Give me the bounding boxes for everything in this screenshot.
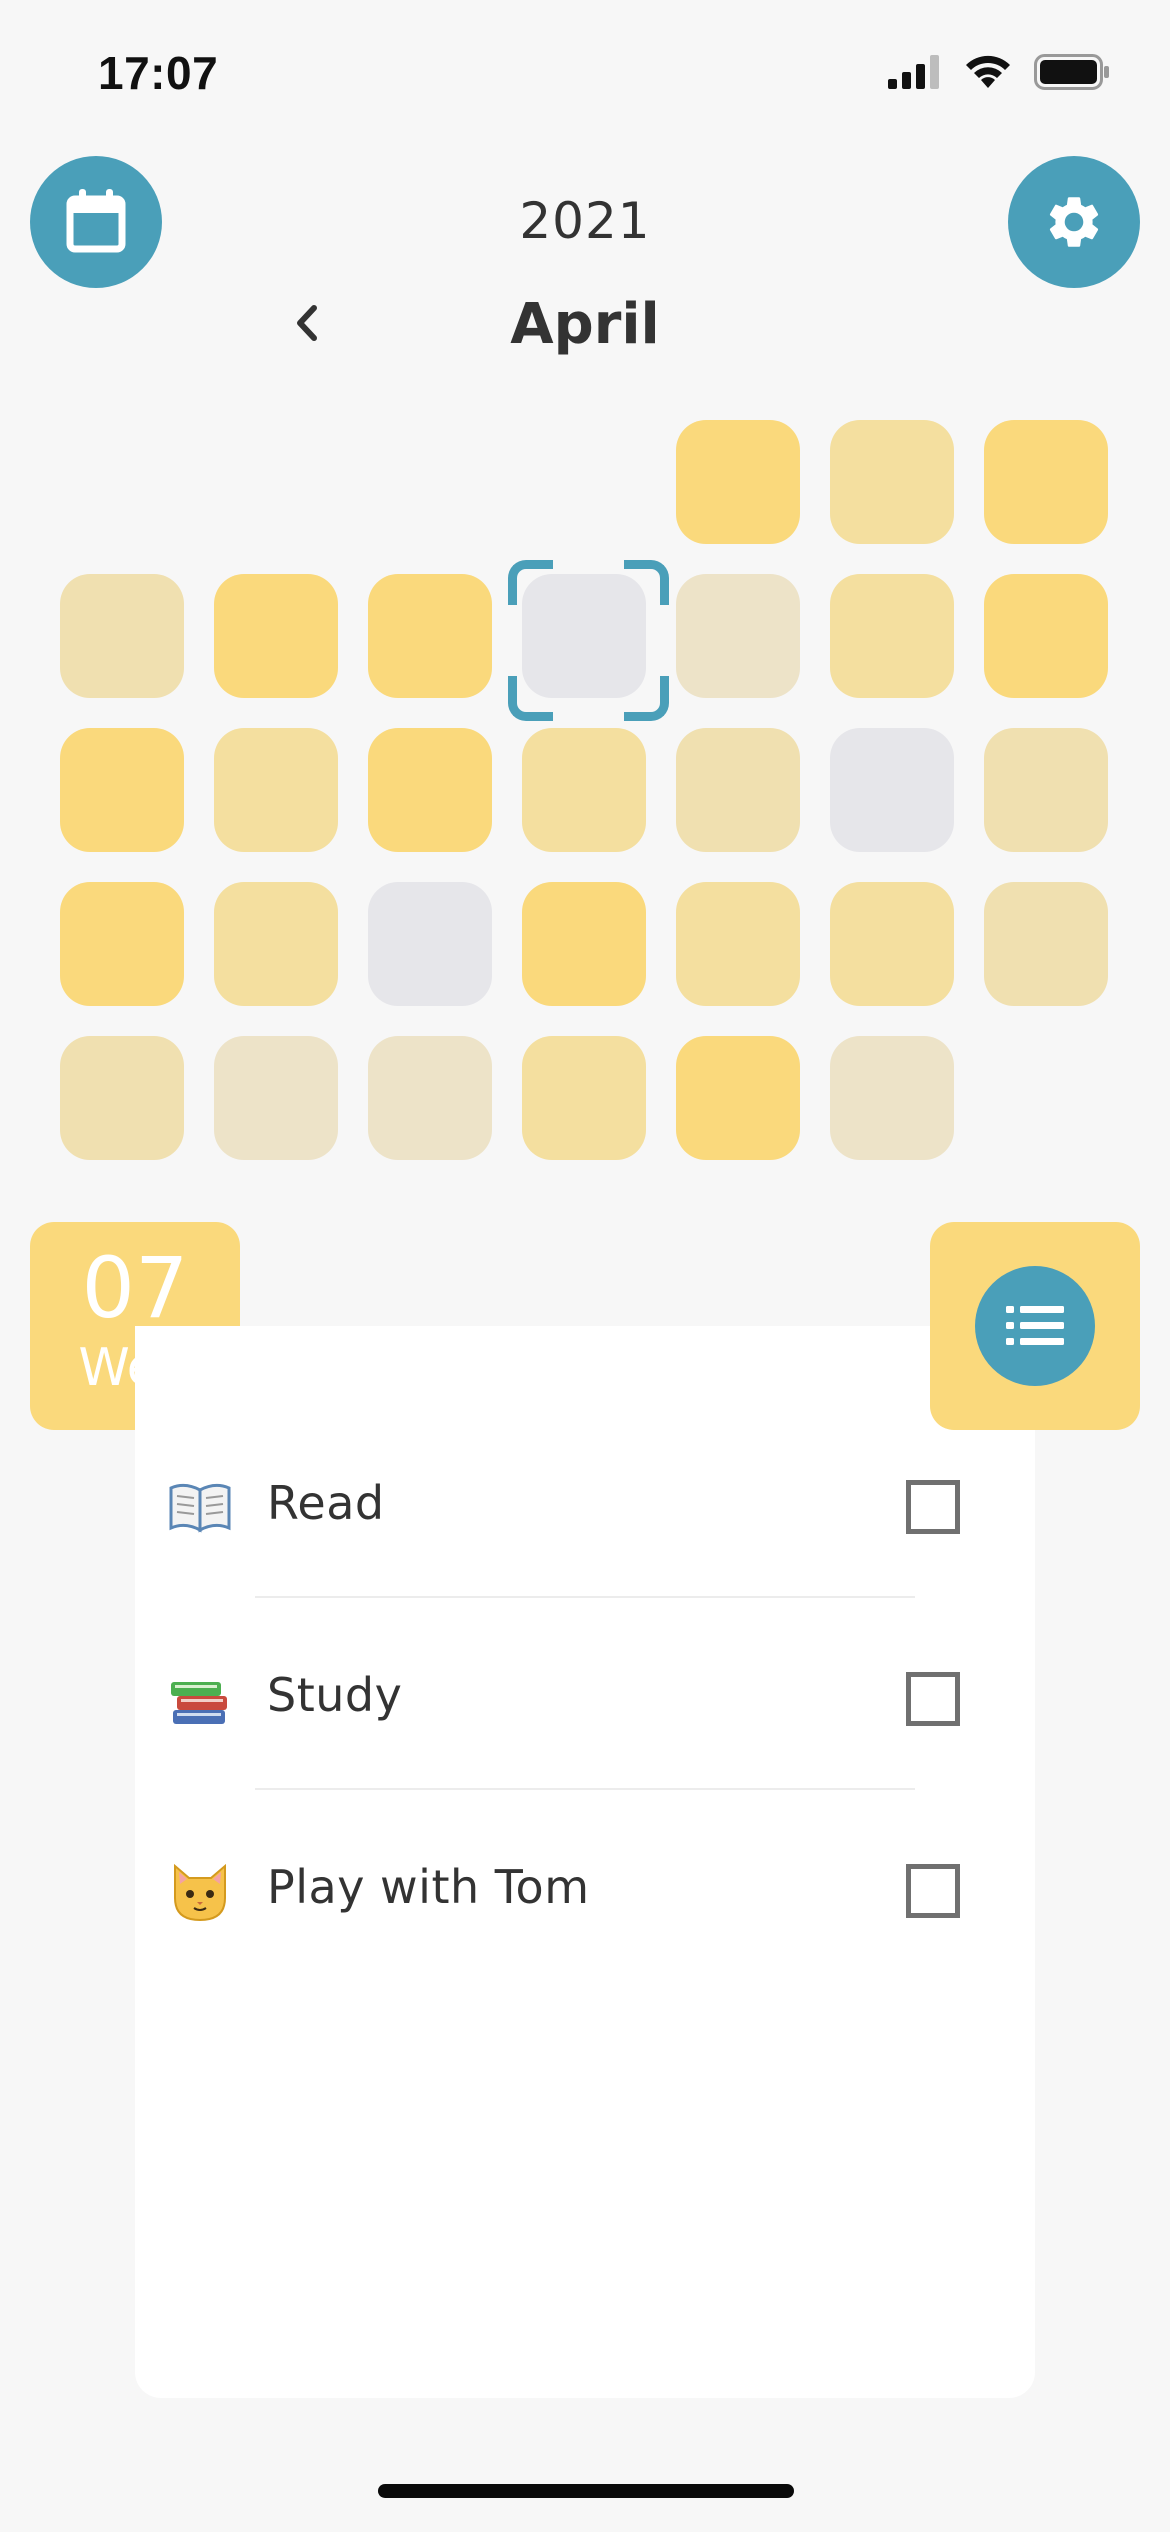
task-label: Read (267, 1476, 385, 1530)
list-badge (930, 1222, 1140, 1430)
home-indicator (378, 2484, 794, 2498)
status-bar: 17:07 (0, 0, 1170, 150)
calendar-day[interactable] (984, 728, 1108, 852)
calendar-day[interactable] (676, 882, 800, 1006)
books-icon (167, 1666, 233, 1732)
battery-icon (1034, 54, 1109, 90)
calendar-day[interactable] (676, 1036, 800, 1160)
chevron-left-icon (297, 305, 317, 341)
selected-date-day: 07 (81, 1239, 189, 1337)
divider (255, 1788, 915, 1790)
prev-month-button[interactable] (284, 298, 334, 348)
calendar-day[interactable] (60, 574, 184, 698)
task-checkbox[interactable] (906, 1864, 960, 1918)
wifi-icon (966, 55, 1010, 88)
calendar-day[interactable] (368, 882, 492, 1006)
calendar-day[interactable] (60, 728, 184, 852)
month-label: April (510, 292, 660, 357)
task-label: Study (267, 1668, 403, 1722)
calendar-day[interactable] (676, 574, 800, 698)
calendar-day[interactable] (214, 574, 338, 698)
task-item[interactable]: Play with Tom (135, 1828, 1035, 1948)
calendar-day[interactable] (984, 574, 1108, 698)
calendar-day[interactable] (830, 728, 954, 852)
calendar-day[interactable] (368, 728, 492, 852)
list-button[interactable] (975, 1266, 1095, 1386)
calendar-day[interactable] (984, 420, 1108, 544)
calendar-day[interactable] (522, 882, 646, 1006)
status-icons (888, 54, 1110, 90)
task-checkbox[interactable] (906, 1480, 960, 1534)
task-item[interactable]: Read (135, 1444, 1035, 1564)
open-book-icon (167, 1474, 233, 1540)
task-label: Play with Tom (267, 1860, 590, 1914)
signal-icon (888, 55, 939, 89)
calendar-day[interactable] (984, 882, 1108, 1006)
list-icon (1006, 1306, 1064, 1345)
calendar-day[interactable] (522, 1036, 646, 1160)
calendar-day[interactable] (676, 420, 800, 544)
calendar-day[interactable] (830, 574, 954, 698)
task-checkbox[interactable] (906, 1672, 960, 1726)
calendar-day[interactable] (60, 882, 184, 1006)
divider (255, 1596, 915, 1598)
calendar-day[interactable] (676, 728, 800, 852)
calendar-day[interactable] (214, 1036, 338, 1160)
calendar-day[interactable] (368, 574, 492, 698)
selection-bracket (508, 676, 553, 721)
calendar-day[interactable] (60, 1036, 184, 1160)
calendar-day[interactable] (522, 728, 646, 852)
calendar-grid (60, 420, 1110, 1160)
task-item[interactable]: Study (135, 1636, 1035, 1756)
calendar-day[interactable] (368, 1036, 492, 1160)
calendar-day[interactable] (830, 1036, 954, 1160)
calendar-day[interactable] (830, 420, 954, 544)
calendar-day[interactable] (830, 882, 954, 1006)
selection-bracket (508, 560, 553, 605)
selection-bracket (624, 676, 669, 721)
task-card: Read Study Play with Tom (135, 1326, 1035, 2398)
calendar-day[interactable] (214, 882, 338, 1006)
year-label: 2021 (519, 192, 651, 250)
calendar-day[interactable] (214, 728, 338, 852)
selection-bracket (624, 560, 669, 605)
cat-face-icon (167, 1858, 233, 1924)
status-time: 17:07 (98, 47, 219, 99)
